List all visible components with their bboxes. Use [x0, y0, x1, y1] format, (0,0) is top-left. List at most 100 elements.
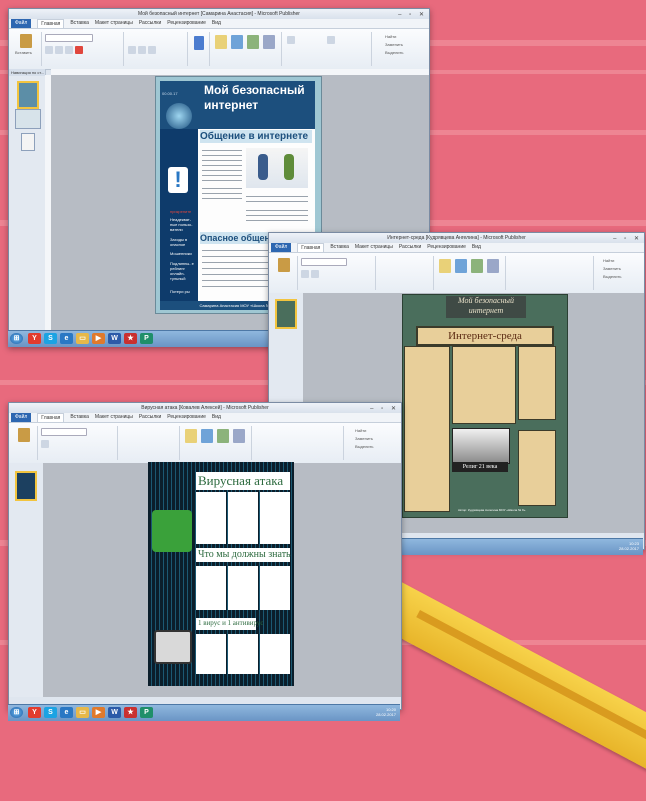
group-icon[interactable] — [327, 36, 335, 44]
replace-button[interactable]: Заменить — [603, 266, 621, 271]
shapes-icon[interactable] — [263, 35, 275, 49]
tab-review[interactable]: Рецензирование — [167, 19, 206, 28]
picture-icon[interactable] — [231, 35, 243, 49]
paste-icon[interactable] — [20, 34, 32, 48]
text-line — [246, 201, 308, 202]
explorer-icon[interactable]: e — [60, 333, 73, 344]
picture-icon[interactable] — [455, 259, 467, 273]
text-box-icon[interactable] — [439, 259, 451, 273]
tab-view[interactable]: Вид — [212, 413, 221, 422]
heading-what-to-know: Что мы должны знать — [198, 549, 291, 560]
tab-page-layout[interactable]: Макет страницы — [355, 243, 393, 252]
page-thumbnail-1[interactable] — [17, 81, 39, 109]
window-title: Вирусная атака [Ковалев Алексей] - Micro… — [141, 405, 269, 411]
italic-icon[interactable] — [311, 270, 319, 278]
replace-button[interactable]: Заменить — [385, 42, 403, 47]
page-thumbnail-3[interactable] — [21, 133, 35, 151]
antivirus-logo — [152, 510, 192, 552]
shapes-icon[interactable] — [233, 429, 245, 443]
start-button[interactable]: ⊞ — [10, 333, 23, 344]
title-bar[interactable]: Вирусная атака [Ковалев Алексей] - Micro… — [9, 403, 401, 413]
tab-mailings[interactable]: Рассылки — [139, 413, 161, 422]
bold-icon[interactable] — [301, 270, 309, 278]
table-icon[interactable] — [217, 429, 229, 443]
arrange-icon[interactable] — [287, 36, 295, 44]
word-icon[interactable]: W — [108, 333, 121, 344]
text-line — [246, 220, 308, 221]
folder-icon[interactable]: ▭ — [76, 333, 89, 344]
font-box[interactable] — [41, 428, 87, 436]
app-icon[interactable]: ★ — [124, 333, 137, 344]
picture-icon[interactable] — [201, 429, 213, 443]
tab-page-layout[interactable]: Макет страницы — [95, 19, 133, 28]
folder-icon[interactable]: ▭ — [76, 707, 89, 718]
publisher-icon[interactable]: P — [140, 333, 153, 344]
tab-file[interactable]: Файл — [271, 243, 292, 252]
table-icon[interactable] — [471, 259, 483, 273]
page-thumbnail-2[interactable] — [15, 109, 41, 129]
bullets-icon[interactable] — [138, 46, 146, 54]
media-player-icon[interactable]: ▶ — [92, 333, 105, 344]
italic-icon[interactable] — [55, 46, 63, 54]
yandex-icon[interactable]: Y — [28, 333, 41, 344]
font-box[interactable] — [45, 34, 93, 42]
word-icon[interactable]: W — [108, 707, 121, 718]
find-button[interactable]: Найти — [355, 428, 366, 433]
table-icon[interactable] — [247, 35, 259, 49]
tab-review[interactable]: Рецензирование — [427, 243, 466, 252]
paste-icon[interactable] — [278, 258, 290, 272]
find-button[interactable]: Найти — [385, 34, 396, 39]
skype-icon[interactable]: S — [44, 333, 57, 344]
paste-icon[interactable] — [18, 428, 30, 442]
align-icon[interactable] — [128, 46, 136, 54]
heading-communication: Общение в интернете — [200, 130, 312, 143]
font-box[interactable] — [301, 258, 347, 266]
skype-icon[interactable]: S — [44, 707, 57, 718]
page-thumbnail-1[interactable] — [275, 299, 297, 329]
page-title: Интернет-среда — [416, 326, 554, 346]
window-controls[interactable]: – ▫ ✕ — [613, 234, 642, 244]
window-controls[interactable]: – ▫ ✕ — [398, 10, 427, 20]
font-color-icon[interactable] — [75, 46, 83, 54]
tab-insert[interactable]: Вставка — [70, 413, 89, 422]
bold-icon[interactable] — [41, 440, 49, 448]
styles-icon[interactable] — [194, 36, 204, 50]
tab-home[interactable]: Главная — [37, 19, 65, 28]
replace-button[interactable]: Заменить — [355, 436, 373, 441]
text-column-1 — [404, 346, 450, 512]
text-line — [246, 196, 308, 197]
tab-view[interactable]: Вид — [472, 243, 481, 252]
find-button[interactable]: Найти — [603, 258, 614, 263]
text-box-icon[interactable] — [185, 429, 197, 443]
tab-page-layout[interactable]: Макет страницы — [95, 413, 133, 422]
bold-icon[interactable] — [45, 46, 53, 54]
tab-mailings[interactable]: Рассылки — [399, 243, 421, 252]
yandex-icon[interactable]: Y — [28, 707, 41, 718]
shapes-icon[interactable] — [487, 259, 499, 273]
page-thumbnail-1[interactable] — [15, 471, 37, 501]
start-button[interactable]: ⊞ — [10, 707, 23, 718]
tab-mailings[interactable]: Рассылки — [139, 19, 161, 28]
select-button[interactable]: Выделить — [385, 50, 403, 55]
text-line — [202, 198, 242, 199]
select-button[interactable]: Выделить — [355, 444, 373, 449]
tab-insert[interactable]: Вставка — [330, 243, 349, 252]
publisher-icon[interactable]: P — [140, 707, 153, 718]
tab-review[interactable]: Рецензирование — [167, 413, 206, 422]
media-player-icon[interactable]: ▶ — [92, 707, 105, 718]
title-bar[interactable]: Интернет-среда [Кудрявцева Ангелина] - M… — [269, 233, 644, 243]
tab-home[interactable]: Главная — [297, 243, 325, 252]
tab-view[interactable]: Вид — [212, 19, 221, 28]
explorer-icon[interactable]: e — [60, 707, 73, 718]
select-button[interactable]: Выделить — [603, 274, 621, 279]
text-box-icon[interactable] — [215, 35, 227, 49]
tab-file[interactable]: Файл — [11, 413, 32, 422]
indent-icon[interactable] — [148, 46, 156, 54]
underline-icon[interactable] — [65, 46, 73, 54]
tab-home[interactable]: Главная — [37, 413, 65, 422]
app-icon[interactable]: ★ — [124, 707, 137, 718]
tab-insert[interactable]: Вставка — [70, 19, 89, 28]
title-bar[interactable]: Мой безопасный интернет [Самарина Анаста… — [9, 9, 429, 19]
window-controls[interactable]: – ▫ ✕ — [370, 404, 399, 414]
tab-file[interactable]: Файл — [11, 19, 32, 28]
